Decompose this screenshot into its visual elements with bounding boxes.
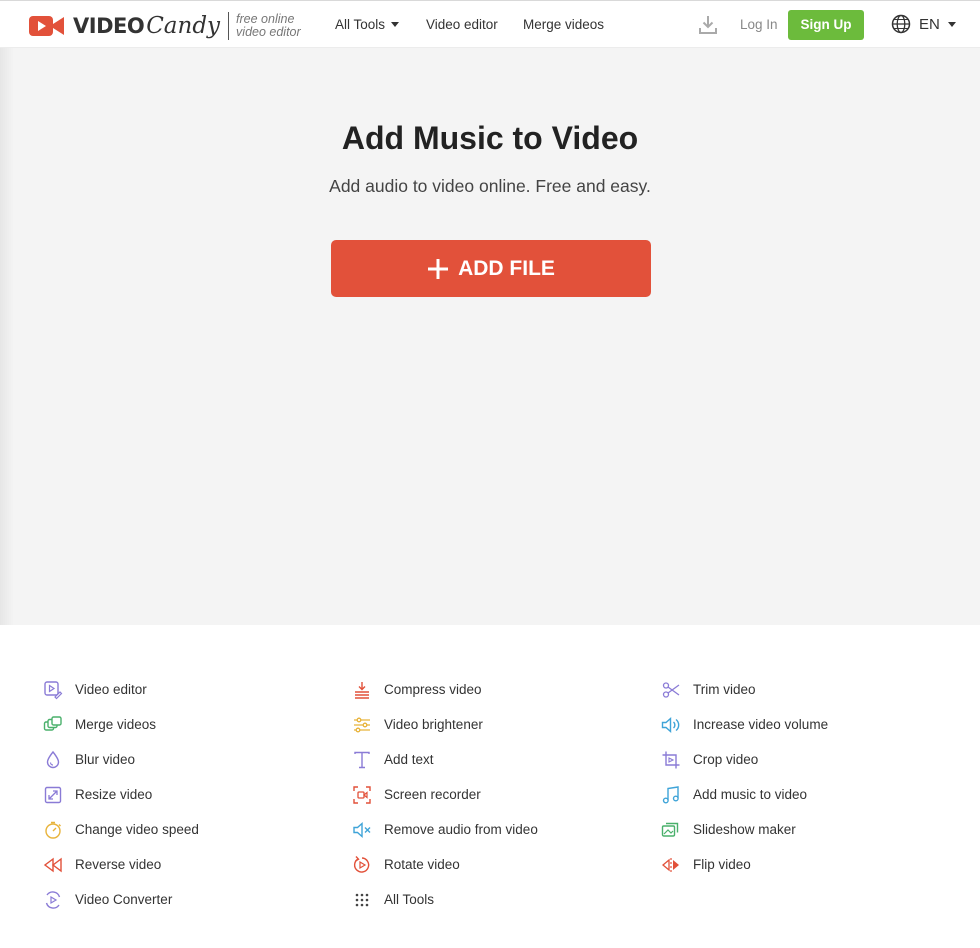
tool-video-converter[interactable]: Video Converter xyxy=(43,882,199,917)
tool-rotate-video[interactable]: Rotate video xyxy=(352,847,538,882)
tool-label: Video Converter xyxy=(75,892,173,907)
login-link[interactable]: Log In xyxy=(740,17,778,32)
tool-flip-video[interactable]: Flip video xyxy=(661,847,828,882)
tool-label: Add text xyxy=(384,752,434,767)
tool-label: Flip video xyxy=(693,857,751,872)
plus-icon xyxy=(428,258,449,279)
language-selector[interactable]: EN xyxy=(891,14,956,34)
tool-label: Reverse video xyxy=(75,857,162,872)
text-icon xyxy=(354,751,370,768)
screen-record-icon xyxy=(353,785,371,804)
tool-label: Blur video xyxy=(75,752,136,767)
grid-icon xyxy=(355,893,369,906)
sliders-icon xyxy=(354,717,370,732)
add-file-button[interactable]: ADD FILE xyxy=(331,240,651,297)
tool-slideshow-maker[interactable]: Slideshow maker xyxy=(661,812,828,847)
tools-column-3: Trim video Increase video volume Crop vi… xyxy=(661,672,828,882)
tools-column-1: Video editor Merge videos Blur video Res… xyxy=(43,672,199,917)
tool-label: Add music to video xyxy=(693,787,808,802)
tool-all-tools[interactable]: All Tools xyxy=(352,882,538,917)
language-label: EN xyxy=(919,15,940,33)
logo-divider xyxy=(228,12,230,40)
tool-video-brightener[interactable]: Video brightener xyxy=(352,707,538,742)
music-icon xyxy=(662,785,679,803)
tool-trim-video[interactable]: Trim video xyxy=(661,672,828,707)
tool-label: Rotate video xyxy=(384,857,460,872)
tool-label: Video brightener xyxy=(384,717,483,732)
compress-icon xyxy=(355,681,369,699)
video-edit-icon xyxy=(44,680,63,699)
top-header: VIDEO Candy free online video editor All… xyxy=(0,0,980,48)
tool-compress-video[interactable]: Compress video xyxy=(352,672,538,707)
tool-label: Increase video volume xyxy=(693,717,829,732)
language-caret-icon xyxy=(947,21,956,27)
tool-screen-recorder[interactable]: Screen recorder xyxy=(352,777,538,812)
tool-add-music[interactable]: Add music to video xyxy=(661,777,828,812)
tools-column-2: Compress video Video brightener Add text… xyxy=(352,672,538,917)
crop-icon xyxy=(662,751,680,768)
page-subtitle: Add audio to video online. Free and easy… xyxy=(329,176,651,196)
tool-merge-videos[interactable]: Merge videos xyxy=(43,707,199,742)
logo-tagline-line1: free online xyxy=(236,12,295,26)
resize-icon xyxy=(44,786,62,803)
nav-all-tools[interactable]: All Tools xyxy=(335,17,400,32)
globe-icon xyxy=(891,14,911,34)
tool-video-editor[interactable]: Video editor xyxy=(43,672,199,707)
tool-label: Resize video xyxy=(75,787,153,802)
tool-resize-video[interactable]: Resize video xyxy=(43,777,199,812)
tool-label: Slideshow maker xyxy=(693,822,796,837)
nav-merge-videos[interactable]: Merge videos xyxy=(523,17,604,32)
camera-logo-icon xyxy=(29,16,64,36)
convert-icon xyxy=(45,890,61,909)
logo-word-video: VIDEO xyxy=(73,14,145,38)
tool-label: Merge videos xyxy=(75,717,157,732)
blur-drop-icon xyxy=(46,750,60,768)
tool-reverse-video[interactable]: Reverse video xyxy=(43,847,199,882)
mute-icon xyxy=(353,821,371,838)
tool-change-video-speed[interactable]: Change video speed xyxy=(43,812,199,847)
videocandy-logo[interactable]: VIDEO Candy free online video editor xyxy=(29,11,301,41)
scissors-icon xyxy=(662,681,680,698)
page-title: Add Music to Video xyxy=(341,120,639,156)
tool-increase-volume[interactable]: Increase video volume xyxy=(661,707,828,742)
tool-label: Screen recorder xyxy=(384,787,481,802)
tool-label: Video editor xyxy=(75,682,147,697)
logo-tagline-line2: video editor xyxy=(236,25,301,39)
add-file-label: ADD FILE xyxy=(458,256,555,280)
logo-word-candy: Candy xyxy=(146,13,221,39)
flip-icon xyxy=(661,857,679,872)
tool-add-text[interactable]: Add text xyxy=(352,742,538,777)
nav-video-editor[interactable]: Video editor xyxy=(426,17,498,32)
tool-crop-video[interactable]: Crop video xyxy=(661,742,828,777)
merge-icon xyxy=(43,715,62,731)
tool-label: All Tools xyxy=(384,892,435,907)
tool-label: Remove audio from video xyxy=(384,822,538,837)
download-icon[interactable] xyxy=(697,14,719,36)
tool-label: Compress video xyxy=(384,682,482,697)
caret-down-icon xyxy=(391,22,400,27)
volume-icon xyxy=(661,716,680,733)
signup-button[interactable]: Sign Up xyxy=(788,10,864,40)
reverse-icon xyxy=(43,857,62,872)
tool-label: Trim video xyxy=(693,682,756,697)
tool-blur-video[interactable]: Blur video xyxy=(43,742,199,777)
nav-all-tools-label: All Tools xyxy=(335,17,386,32)
tool-label: Change video speed xyxy=(75,822,199,837)
rotate-icon xyxy=(353,855,370,873)
speed-icon xyxy=(45,821,61,839)
tool-label: Crop video xyxy=(693,752,759,767)
tool-remove-audio[interactable]: Remove audio from video xyxy=(352,812,538,847)
logo-tagline: free online video editor xyxy=(236,13,301,39)
slideshow-icon xyxy=(661,822,679,837)
